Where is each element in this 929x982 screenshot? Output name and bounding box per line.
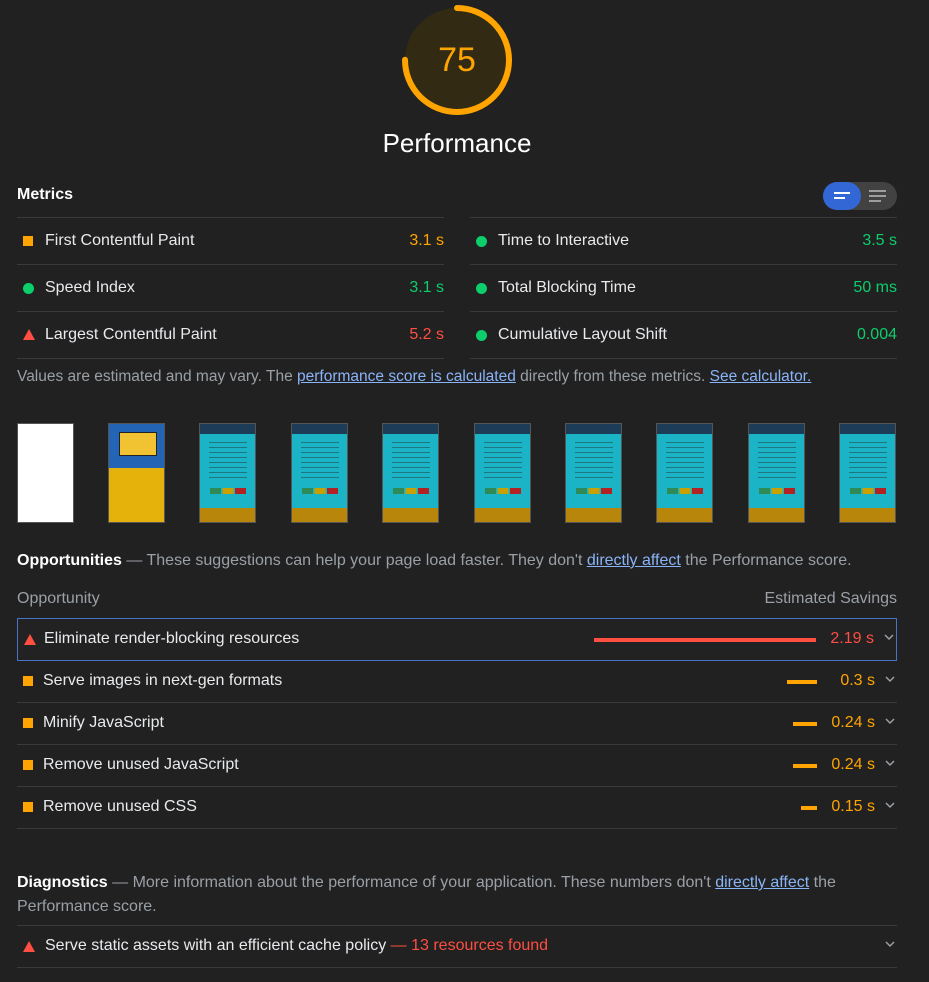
metric-label: Cumulative Layout Shift <box>498 326 667 343</box>
filmstrip-frame <box>382 423 439 523</box>
opportunities-description: the Performance score. <box>680 552 852 569</box>
green-circle-icon <box>23 283 34 294</box>
savings-value: 0.3 s <box>840 672 875 689</box>
filmstrip-frame <box>108 423 165 523</box>
red-triangle-icon <box>23 329 35 340</box>
diagnostics-heading: Diagnostics — More information about the… <box>17 871 897 919</box>
green-circle-icon <box>476 330 487 341</box>
metric-value: 0.004 <box>856 326 897 343</box>
chevron-down-icon[interactable] <box>884 632 894 642</box>
diagnostics-description: — More information about the performance… <box>107 874 716 891</box>
savings-bar <box>594 638 816 642</box>
savings-bar <box>792 764 817 768</box>
orange-square-icon <box>23 718 33 728</box>
directly-affect-link[interactable]: directly affect <box>587 552 681 569</box>
green-circle-icon <box>476 283 487 294</box>
metric-value: 3.5 s <box>862 232 897 249</box>
opportunity-row[interactable]: Remove unused JavaScript 0.24 s <box>17 745 897 787</box>
diagnostic-detail: — 13 resources found <box>386 937 549 954</box>
opportunity-label: Minify JavaScript <box>43 714 164 731</box>
opportunity-column-header: Opportunity <box>17 590 100 607</box>
savings-bar <box>786 680 817 684</box>
chevron-down-icon[interactable] <box>885 716 895 726</box>
metric-label: Speed Index <box>45 279 135 296</box>
see-calculator-link[interactable]: See calculator. <box>710 368 812 385</box>
filmstrip-frame <box>839 423 896 523</box>
metric-total-blocking-time: Total Blocking Time 50 ms <box>470 264 897 311</box>
opportunity-row[interactable]: Eliminate render-blocking resources 2.19… <box>17 618 897 661</box>
expanded-view-button[interactable] <box>861 182 897 210</box>
savings-value: 0.24 s <box>831 714 875 731</box>
savings-value: 0.15 s <box>831 798 875 815</box>
metric-value: 3.1 s <box>409 232 444 249</box>
red-triangle-icon <box>23 941 35 952</box>
diagnostics-title: Diagnostics <box>17 874 108 891</box>
metric-time-to-interactive: Time to Interactive 3.5 s <box>470 217 897 264</box>
chevron-down-icon[interactable] <box>885 800 895 810</box>
diagnostic-row[interactable]: Serve static assets with an efficient ca… <box>17 925 897 968</box>
opportunity-row[interactable]: Minify JavaScript 0.24 s <box>17 703 897 745</box>
filmstrip-frame <box>17 423 74 523</box>
metric-value: 3.1 s <box>409 279 444 296</box>
filmstrip-frame <box>474 423 531 523</box>
performance-score: 75 <box>438 41 476 79</box>
savings-value: 2.19 s <box>830 630 874 647</box>
opportunity-label: Eliminate render-blocking resources <box>44 630 300 647</box>
metric-first-contentful-paint: First Contentful Paint 3.1 s <box>17 217 444 264</box>
filmstrip-frame <box>199 423 256 523</box>
metrics-view-toggle[interactable] <box>823 182 897 210</box>
opportunity-label: Remove unused JavaScript <box>43 756 239 773</box>
score-calculated-link[interactable]: performance score is calculated <box>297 368 516 385</box>
metric-label: First Contentful Paint <box>45 232 195 249</box>
opportunities-title: Opportunities <box>17 552 122 569</box>
metric-value: 5.2 s <box>409 326 444 343</box>
chevron-down-icon[interactable] <box>885 674 895 684</box>
orange-square-icon <box>23 760 33 770</box>
performance-score-gauge: 75 <box>400 3 514 117</box>
filmstrip-frame <box>291 423 348 523</box>
metric-label: Total Blocking Time <box>498 279 636 296</box>
metric-label: Time to Interactive <box>498 232 630 249</box>
orange-square-icon <box>23 676 33 686</box>
disclaimer-text: Values are estimated and may vary. The <box>17 368 297 385</box>
savings-column-header: Estimated Savings <box>764 590 897 607</box>
diagnostic-label: Serve static assets with an efficient ca… <box>45 937 548 955</box>
category-title: Performance <box>382 128 532 158</box>
opportunities-description: — These suggestions can help your page l… <box>121 552 587 569</box>
metric-cumulative-layout-shift: Cumulative Layout Shift 0.004 <box>470 311 897 359</box>
orange-square-icon <box>23 802 33 812</box>
diagnostic-title: Serve static assets with an efficient ca… <box>45 937 387 954</box>
filmstrip-frame <box>565 423 622 523</box>
savings-bar <box>801 806 817 810</box>
green-circle-icon <box>476 236 487 247</box>
savings-bar <box>792 722 817 726</box>
filmstrip-frame <box>656 423 713 523</box>
metric-largest-contentful-paint: Largest Contentful Paint 5.2 s <box>17 311 444 359</box>
chevron-down-icon[interactable] <box>885 939 895 949</box>
savings-value: 0.24 s <box>831 756 875 773</box>
metrics-right-column: Time to Interactive 3.5 s Total Blocking… <box>470 217 897 359</box>
opportunity-label: Remove unused CSS <box>43 798 197 815</box>
chevron-down-icon[interactable] <box>885 758 895 768</box>
metric-speed-index: Speed Index 3.1 s <box>17 264 444 311</box>
metrics-disclaimer: Values are estimated and may vary. The p… <box>17 368 811 386</box>
opportunities-heading: Opportunities — These suggestions can he… <box>17 552 852 570</box>
filmstrip-frame <box>748 423 805 523</box>
directly-affect-link[interactable]: directly affect <box>715 874 809 891</box>
opportunity-label: Serve images in next-gen formats <box>43 672 283 689</box>
metric-value: 50 ms <box>853 279 897 296</box>
compact-view-button[interactable] <box>823 182 861 210</box>
orange-square-icon <box>23 236 33 246</box>
metrics-heading: Metrics <box>17 186 74 203</box>
disclaimer-text: directly from these metrics. <box>515 368 710 385</box>
red-triangle-icon <box>24 634 36 645</box>
metrics-left-column: First Contentful Paint 3.1 s Speed Index… <box>17 217 444 359</box>
opportunity-row[interactable]: Remove unused CSS 0.15 s <box>17 787 897 829</box>
metric-label: Largest Contentful Paint <box>45 326 217 343</box>
opportunity-row[interactable]: Serve images in next-gen formats 0.3 s <box>17 661 897 703</box>
